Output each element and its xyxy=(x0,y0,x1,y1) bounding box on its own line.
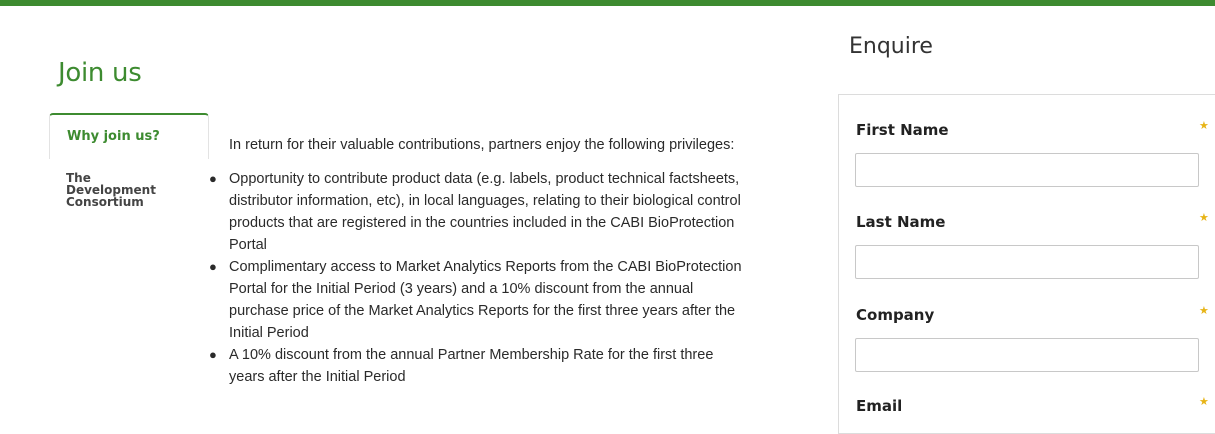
list-item-text: Opportunity to contribute product data (… xyxy=(229,171,741,253)
intro-paragraph: In return for their valuable contributio… xyxy=(229,137,735,153)
list-item-text: A 10% discount from the annual Partner M… xyxy=(229,347,714,385)
required-star-icon: ★ xyxy=(1199,119,1209,132)
required-star-icon: ★ xyxy=(1199,395,1209,408)
list-item: ● Complimentary access to Market Analyti… xyxy=(209,256,744,344)
list-item: ● A 10% discount from the annual Partner… xyxy=(209,344,744,388)
enquire-heading: Enquire xyxy=(849,34,933,59)
main-content: In return for their valuable contributio… xyxy=(209,134,744,388)
bullet-icon: ● xyxy=(209,259,217,274)
company-field[interactable] xyxy=(855,338,1199,372)
list-item: ● Opportunity to contribute product data… xyxy=(209,168,744,256)
bullet-icon: ● xyxy=(209,347,217,362)
last-name-field[interactable] xyxy=(855,245,1199,279)
sidenav-item-label: The Development Consortium xyxy=(66,171,156,209)
first-name-field[interactable] xyxy=(855,153,1199,187)
sidenav-item-why-join-us[interactable]: Why join us? xyxy=(49,113,209,159)
email-label: Email xyxy=(856,397,903,415)
required-star-icon: ★ xyxy=(1199,211,1209,224)
page-title: Join us xyxy=(58,58,142,88)
last-name-label: Last Name xyxy=(856,213,946,231)
bullet-icon: ● xyxy=(209,171,217,186)
list-item-text: Complimentary access to Market Analytics… xyxy=(229,259,742,341)
section-side-nav: Why join us? The Development Consortium xyxy=(49,113,209,208)
sidenav-item-label: Why join us? xyxy=(67,129,160,144)
required-star-icon: ★ xyxy=(1199,304,1209,317)
top-brand-bar xyxy=(0,0,1215,6)
first-name-label: First Name xyxy=(856,121,949,139)
sidenav-item-development-consortium[interactable]: The Development Consortium xyxy=(49,159,179,208)
privileges-list: ● Opportunity to contribute product data… xyxy=(209,168,744,388)
company-label: Company xyxy=(856,306,935,324)
